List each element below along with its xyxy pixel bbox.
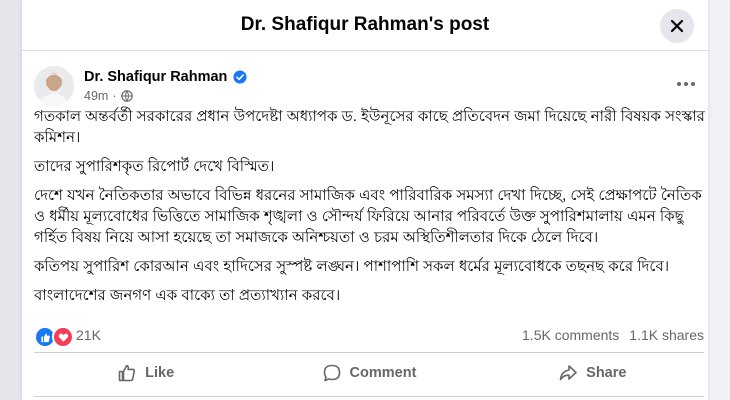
- shares-count[interactable]: 1.1K shares: [629, 327, 704, 343]
- post-paragraph: দেশে যখন নৈতিকতার অভাবে বিভিন্ন ধরনের সা…: [34, 187, 702, 246]
- dialog-header: Dr. Shafiqur Rahman's post: [22, 0, 708, 51]
- comment-button[interactable]: Comment: [257, 356, 480, 390]
- public-globe-icon[interactable]: [120, 90, 133, 102]
- author-line: Dr. Shafiqur Rahman: [84, 69, 247, 85]
- reaction-icons[interactable]: [34, 326, 74, 348]
- comment-label: Comment: [349, 365, 417, 381]
- comments-count[interactable]: 1.5K comments: [522, 327, 619, 343]
- close-icon: [670, 19, 684, 33]
- post-paragraph: তাদের সুপারিশকৃত রিপোর্ট দেখে বিস্মিত।: [34, 158, 275, 175]
- post-time[interactable]: 49m: [84, 89, 108, 103]
- post-stats: 1.5K comments 1.1K shares: [522, 327, 704, 343]
- comment-bubble-icon: [323, 364, 340, 382]
- post-meta: 49m ·: [84, 89, 133, 103]
- meta-separator: ·: [112, 89, 117, 103]
- thumbs-up-icon: [118, 364, 136, 382]
- share-label: Share: [586, 365, 627, 381]
- background-left-strip: [0, 0, 22, 400]
- more-options-icon[interactable]: [668, 72, 704, 96]
- actions-divider-top: [34, 352, 704, 353]
- post-body: গতকাল অন্তর্বর্তী সরকারের প্রধান উপদেষ্ট…: [34, 106, 706, 314]
- post-paragraph: গতকাল অন্তর্বর্তী সরকারের প্রধান উপদেষ্ট…: [34, 108, 705, 146]
- post-paragraph: কতিপয় সুপারিশ কোরআন এবং হাদিসের সুস্পষ্…: [34, 258, 670, 275]
- reactions-bar: 21K 1.5K comments 1.1K shares: [34, 324, 704, 348]
- like-button[interactable]: Like: [34, 356, 257, 390]
- actions-divider-bottom: [34, 396, 704, 397]
- avatar-image: [34, 66, 74, 106]
- share-arrow-icon: [559, 365, 577, 381]
- verified-badge-icon: [233, 70, 247, 84]
- author-name[interactable]: Dr. Shafiqur Rahman: [84, 69, 227, 85]
- like-label: Like: [145, 365, 175, 381]
- close-button[interactable]: [660, 9, 694, 43]
- author-avatar[interactable]: [34, 66, 74, 106]
- post-actions: Like Comment Share: [34, 356, 704, 390]
- post-header: Dr. Shafiqur Rahman 49m ·: [34, 66, 704, 110]
- dialog-title: Dr. Shafiqur Rahman's post: [240, 14, 490, 35]
- reaction-count[interactable]: 21K: [76, 327, 101, 343]
- love-reaction-icon: [52, 326, 74, 348]
- post-paragraph: বাংলাদেশের জনগণ এক বাক্যে তা প্রত্যাখ্যা…: [34, 287, 341, 304]
- share-button[interactable]: Share: [481, 356, 704, 390]
